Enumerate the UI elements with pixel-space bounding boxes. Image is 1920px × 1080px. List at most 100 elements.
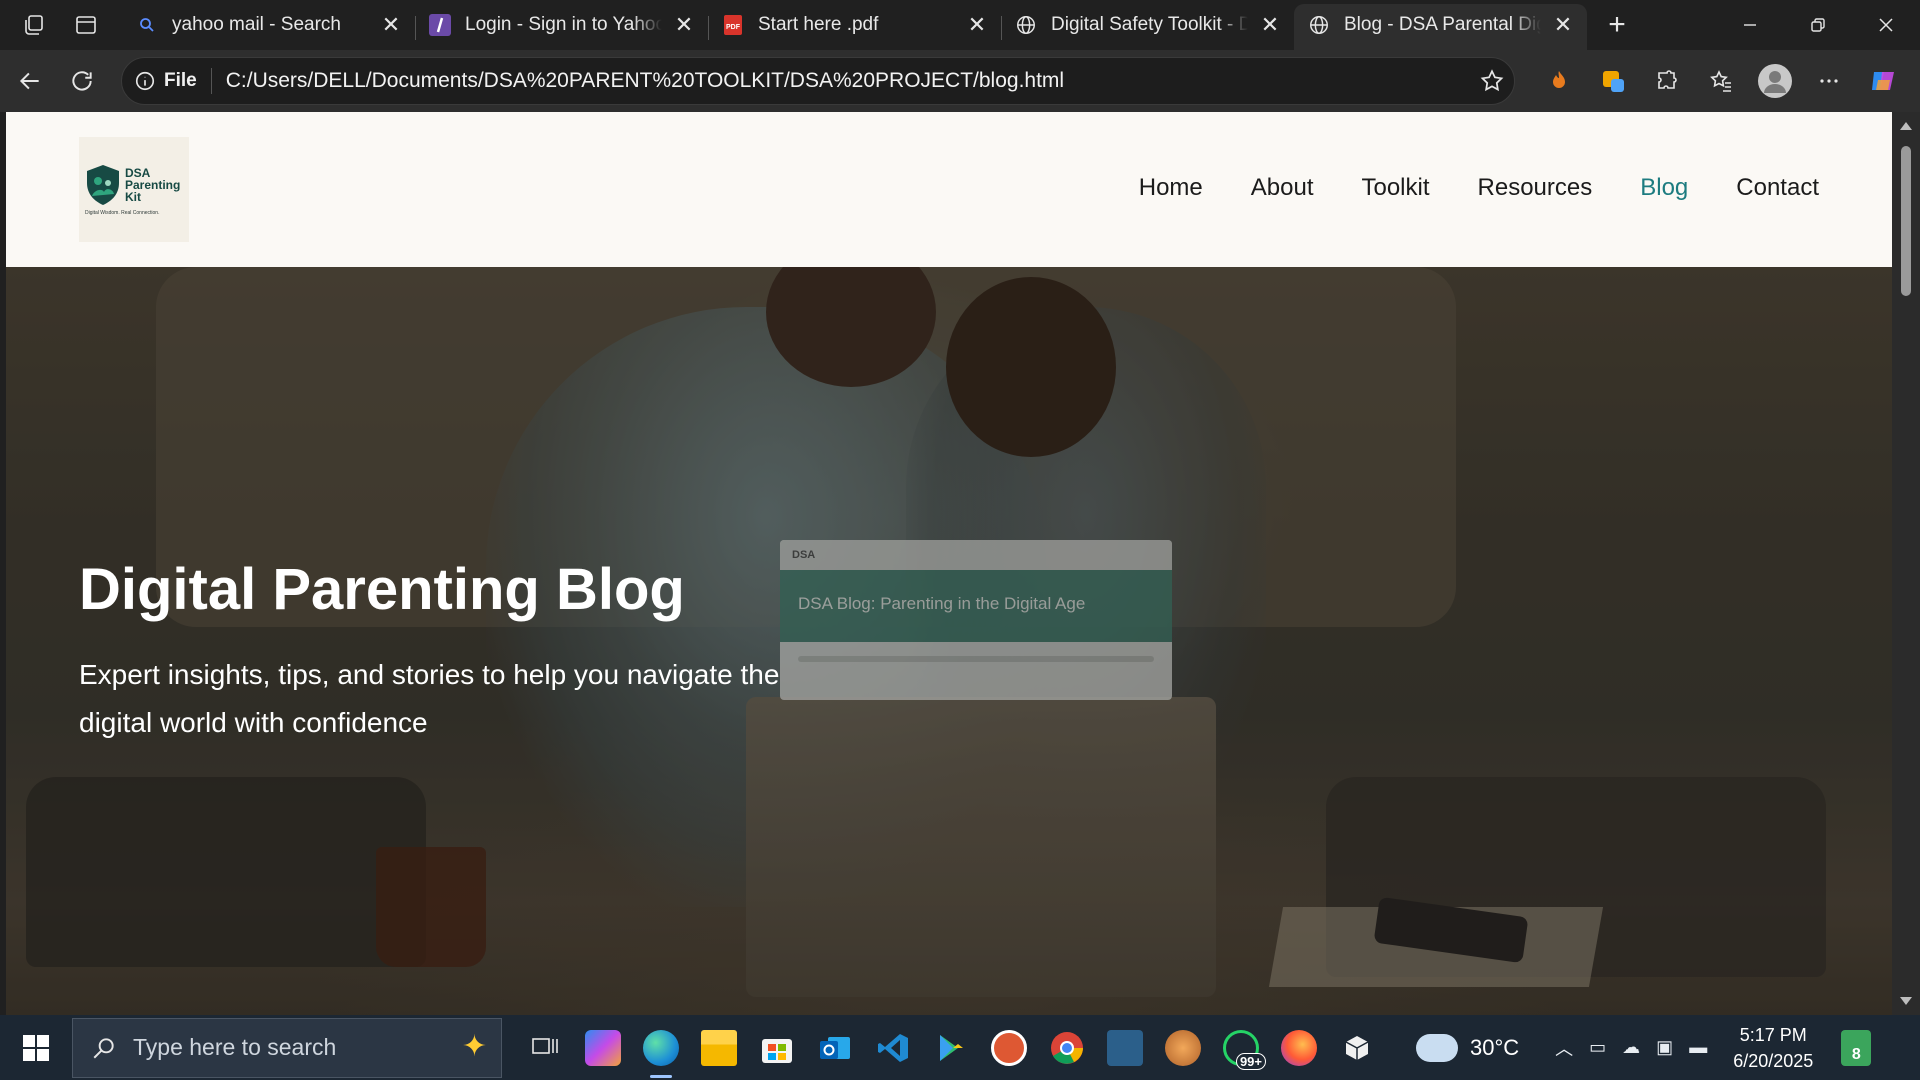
notification-center-icon[interactable]: 8 (1841, 1029, 1872, 1066)
svg-text:PDF: PDF (726, 24, 741, 31)
mysql-workbench-icon[interactable] (1096, 1015, 1154, 1080)
more-options-icon[interactable] (1802, 59, 1856, 103)
taskbar-clock[interactable]: 5:17 PM 6/20/2025 (1733, 1022, 1813, 1074)
yahoo-icon (429, 14, 451, 36)
extension-flame-icon[interactable] (1532, 59, 1586, 103)
address-bar[interactable]: File C:/Users/DELL/Documents/DSA%20PAREN… (121, 57, 1515, 105)
profile-avatar-icon[interactable] (1748, 59, 1802, 103)
close-icon[interactable]: ✕ (1260, 12, 1280, 37)
vertical-tabs-icon[interactable] (68, 7, 104, 43)
play-store-icon[interactable] (922, 1015, 980, 1080)
favorites-icon[interactable] (1694, 59, 1748, 103)
clock-date: 6/20/2025 (1733, 1050, 1814, 1071)
copilot-sparkle-icon: ✦ (461, 1029, 487, 1063)
logo-line-2: Parenting (125, 177, 181, 192)
close-icon[interactable]: ✕ (381, 12, 401, 37)
toolbar-actions (1532, 50, 1920, 112)
extensions-icon[interactable] (1640, 59, 1694, 103)
display-icon[interactable]: ▣ (1656, 1037, 1673, 1058)
search-icon (93, 1037, 114, 1058)
close-icon[interactable]: ✕ (1553, 12, 1573, 37)
battery-icon[interactable]: ▬ (1689, 1037, 1707, 1058)
browser-toolbar: File C:/Users/DELL/Documents/DSA%20PAREN… (0, 50, 1920, 112)
tab-yahoo-mail-search[interactable]: yahoo mail - Search ✕ (122, 4, 415, 50)
chrome-icon[interactable] (1038, 1015, 1096, 1080)
hero-subtitle: Expert insights, tips, and stories to he… (79, 659, 780, 738)
tab-strip: yahoo mail - Search ✕ Login - Sign in to… (0, 0, 1920, 50)
back-icon[interactable] (8, 59, 52, 103)
main-nav: Home About Toolkit Resources Blog Contac… (1139, 174, 1819, 202)
collections-icon[interactable] (1586, 59, 1640, 103)
logo-wordmark: DSA Parenting Kit (125, 167, 180, 203)
nav-toolkit[interactable]: Toolkit (1361, 174, 1429, 202)
tab-blog-active[interactable]: Blog - DSA Parental Digital ✕ (1294, 4, 1587, 50)
favorite-star-icon[interactable] (1470, 68, 1514, 94)
site-logo[interactable]: DSA Parenting Kit Digital Wisdom. Real C… (79, 137, 189, 242)
pdf-icon: PDF (722, 14, 744, 36)
search-icon (136, 14, 158, 36)
whatsapp-icon[interactable]: 99+ (1212, 1015, 1270, 1080)
tab-title: Start here .pdf (758, 14, 879, 35)
firefox-icon[interactable] (1270, 1015, 1328, 1080)
tab-title: Blog - DSA Parental Digital (1344, 14, 1541, 35)
outlook-icon[interactable] (806, 1015, 864, 1080)
tab-title: yahoo mail - Search (172, 14, 341, 35)
weather-widget[interactable]: 30°C (1416, 1033, 1519, 1062)
logo-tagline: Digital Wisdom. Real Connection. (85, 209, 160, 216)
hero-section: DSA DSA Blog: Parenting in the Digital A… (6, 267, 1892, 1015)
restore-icon[interactable] (1784, 0, 1852, 50)
window-controls (1716, 0, 1920, 50)
nav-resources[interactable]: Resources (1478, 174, 1593, 202)
workspaces-icon[interactable] (16, 7, 52, 43)
scroll-down-arrow-icon[interactable] (1900, 997, 1912, 1005)
new-tab-button[interactable]: + (1597, 5, 1637, 45)
scheme-label: File (164, 70, 197, 91)
address-divider (210, 68, 212, 94)
close-icon[interactable]: ✕ (674, 12, 694, 37)
onedrive-icon[interactable]: ☁ (1622, 1037, 1640, 1058)
globe-icon (1308, 14, 1330, 36)
nav-about[interactable]: About (1251, 174, 1314, 202)
task-view-icon[interactable] (516, 1015, 574, 1080)
microsoft-store-icon[interactable] (748, 1015, 806, 1080)
system-tray: ︿ ▭ ☁ ▣ ▬ (1555, 1035, 1707, 1061)
close-icon[interactable]: ✕ (967, 12, 987, 37)
refresh-icon[interactable] (60, 59, 104, 103)
site-info-button[interactable]: File (134, 70, 197, 92)
close-window-icon[interactable] (1852, 0, 1920, 50)
tab-start-here-pdf[interactable]: PDF Start here .pdf ✕ (708, 4, 1001, 50)
page-scrollbar[interactable] (1892, 112, 1920, 1015)
sublime-app-icon[interactable] (1154, 1015, 1212, 1080)
hero-text: Digital Parenting Blog Expert insights, … (79, 557, 799, 747)
cloud-icon (1416, 1033, 1458, 1062)
file-explorer-icon[interactable] (690, 1015, 748, 1080)
tab-title: Digital Safety Toolkit - DSA (1051, 14, 1248, 35)
vscode-icon[interactable] (864, 1015, 922, 1080)
page-title: Digital Parenting Blog (79, 557, 685, 622)
box-app-icon[interactable] (1328, 1015, 1386, 1080)
url-text[interactable]: C:/Users/DELL/Documents/DSA%20PARENT%20T… (226, 69, 1470, 93)
page-viewport: DSA Parenting Kit Digital Wisdom. Real C… (6, 112, 1892, 1015)
nav-home[interactable]: Home (1139, 174, 1203, 202)
logo-line-1: DSA (125, 165, 151, 180)
taskbar-search[interactable]: Type here to search ✦ (72, 1017, 502, 1078)
edge-app-icon[interactable] (632, 1015, 690, 1080)
copilot-app-icon[interactable] (574, 1015, 632, 1080)
notification-count: 8 (1851, 1045, 1861, 1063)
globe-icon (1015, 14, 1037, 36)
tab-list: yahoo mail - Search ✕ Login - Sign in to… (122, 0, 1587, 50)
nav-blog[interactable]: Blog (1640, 174, 1688, 202)
nav-contact[interactable]: Contact (1736, 174, 1819, 202)
scroll-up-arrow-icon[interactable] (1900, 122, 1912, 130)
copilot-icon[interactable] (1856, 59, 1910, 103)
meet-now-icon[interactable]: ▭ (1589, 1037, 1606, 1058)
site-header: DSA Parenting Kit Digital Wisdom. Real C… (6, 112, 1892, 267)
chevron-up-icon[interactable]: ︿ (1555, 1035, 1573, 1061)
minimize-icon[interactable] (1716, 0, 1784, 50)
tab-yahoo-login[interactable]: Login - Sign in to Yahoo ✕ (415, 4, 708, 50)
clock-time: 5:17 PM (1739, 1024, 1807, 1045)
duckduckgo-icon[interactable] (980, 1015, 1038, 1080)
scrollbar-thumb[interactable] (1901, 146, 1911, 296)
tab-digital-safety-toolkit[interactable]: Digital Safety Toolkit - DSA ✕ (1001, 4, 1294, 50)
start-button[interactable] (0, 1015, 72, 1080)
